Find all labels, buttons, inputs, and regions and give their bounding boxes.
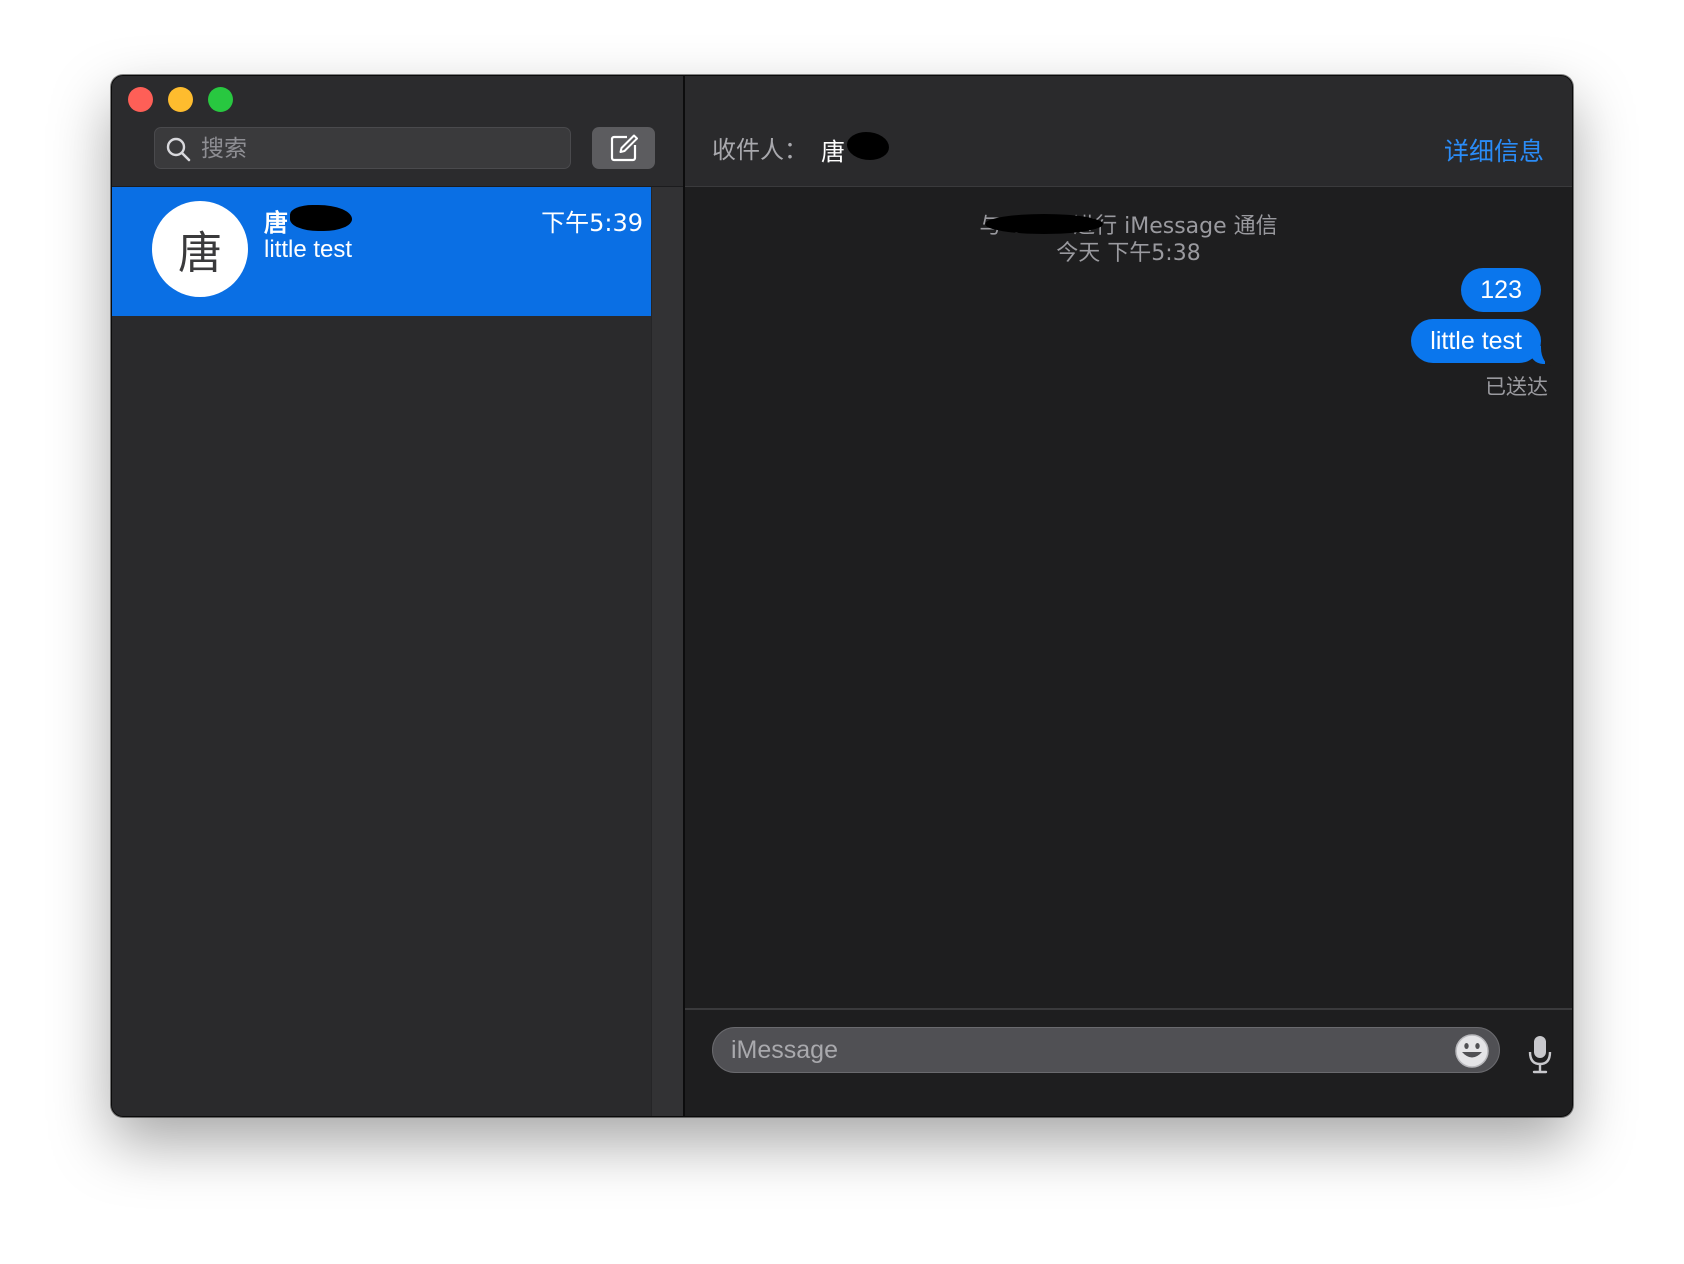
search-icon xyxy=(166,137,191,162)
message-field[interactable] xyxy=(712,1027,1500,1073)
conversation-item[interactable]: 唐 唐 下午5:39 little test xyxy=(112,187,651,316)
message-bubble[interactable]: little test xyxy=(1411,319,1541,363)
conversation-list: 唐 唐 下午5:39 little test xyxy=(112,187,651,1116)
details-button[interactable]: 详细信息 xyxy=(1444,132,1544,168)
delivery-status: 已送达 xyxy=(1485,375,1548,399)
message-bubble[interactable]: 123 xyxy=(1461,268,1541,312)
composer-bar xyxy=(685,1008,1572,1116)
zoom-button[interactable] xyxy=(208,87,233,112)
sidebar-header xyxy=(112,76,683,187)
sidebar-scrollbar[interactable] xyxy=(651,187,683,1116)
close-button[interactable] xyxy=(128,87,153,112)
sidebar: 唐 唐 下午5:39 little test xyxy=(112,76,683,1116)
conversation-time: 下午5:39 xyxy=(541,209,643,237)
chat-header: 收件人： 唐 详细信息 xyxy=(685,76,1572,187)
redaction-mark xyxy=(985,214,1103,234)
minimize-button[interactable] xyxy=(168,87,193,112)
search-field[interactable] xyxy=(154,127,571,169)
search-input[interactable] xyxy=(201,128,562,168)
redaction-mark xyxy=(290,205,352,231)
microphone-icon[interactable] xyxy=(1527,1034,1553,1074)
message-input[interactable] xyxy=(731,1028,1445,1072)
emoji-icon[interactable] xyxy=(1453,1032,1491,1070)
avatar: 唐 xyxy=(152,201,248,297)
message-transcript: 与“181 ”进行 iMessage 通信 今天 下午5:38 123 litt… xyxy=(685,188,1572,1008)
conversation-preview: little test xyxy=(264,236,353,263)
compose-button[interactable] xyxy=(592,127,655,169)
messages-window: 唐 唐 下午5:39 little test 收件人： 唐 详细信息 与“181… xyxy=(111,75,1573,1117)
to-label: 收件人： xyxy=(712,136,808,164)
compose-icon xyxy=(610,134,638,162)
recipient-name[interactable]: 唐 xyxy=(821,132,845,167)
chat-pane: 收件人： 唐 详细信息 与“181 ”进行 iMessage 通信 今天 下午5… xyxy=(685,76,1572,1116)
timestamp: 今天 下午5:38 xyxy=(1056,241,1201,266)
redaction-mark xyxy=(847,132,889,160)
conversation-name: 唐 xyxy=(264,209,288,237)
